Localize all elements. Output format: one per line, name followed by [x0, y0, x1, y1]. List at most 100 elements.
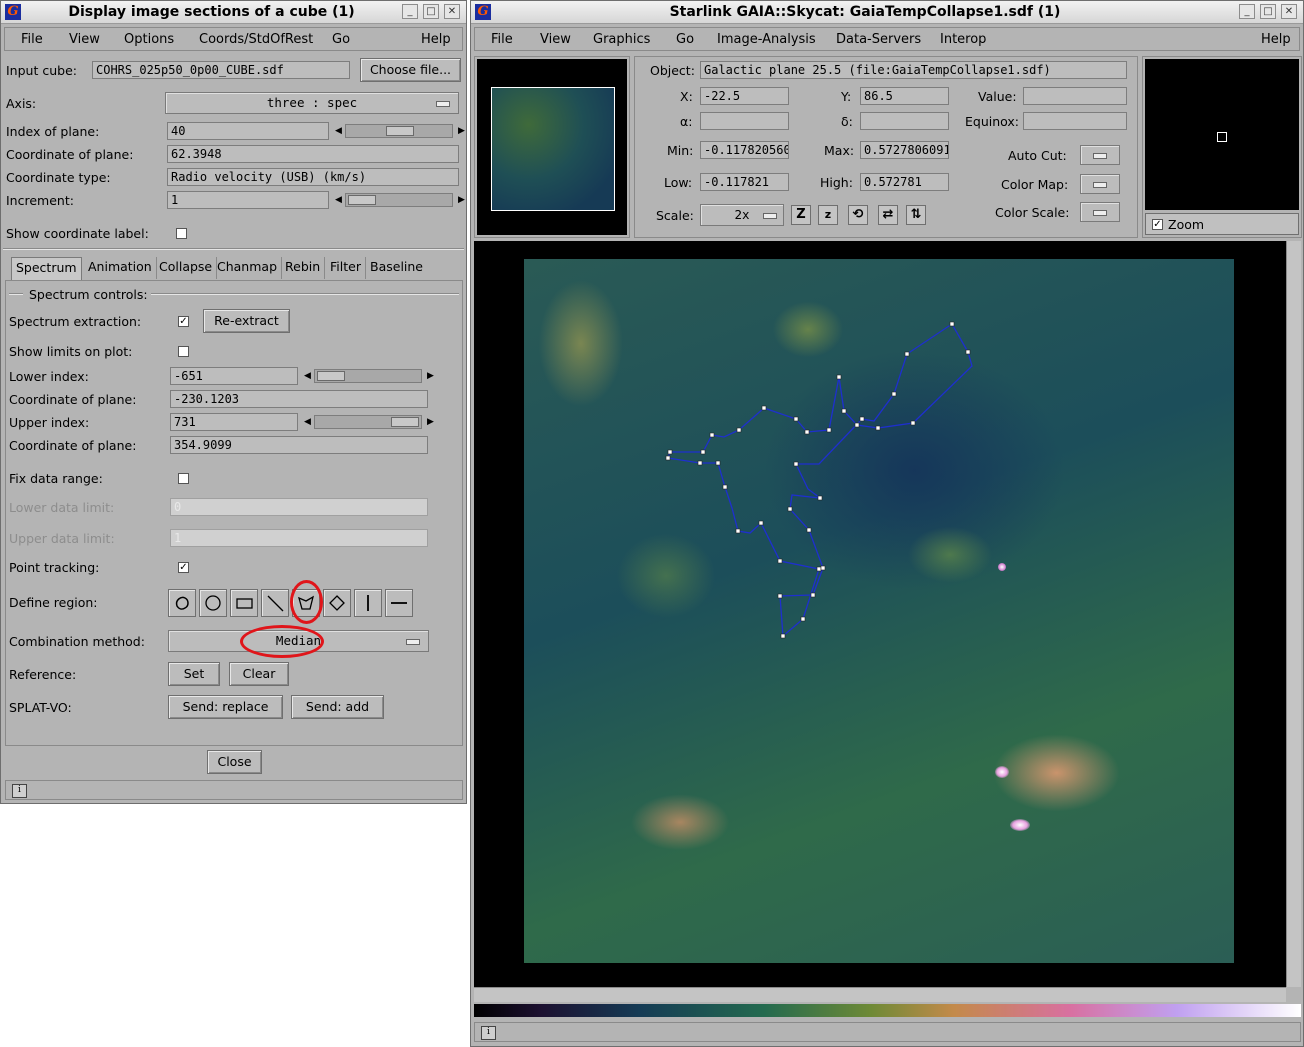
region-line-button[interactable] [261, 589, 289, 617]
lower-index-field[interactable]: -651 [170, 367, 298, 385]
menu-interop[interactable]: Interop [940, 32, 986, 47]
slider-thumb[interactable] [317, 371, 345, 381]
menu-graphics[interactable]: Graphics [593, 32, 650, 47]
coord-type-field[interactable]: Radio velocity (USB) (km/s) [167, 168, 459, 186]
menu-go[interactable]: Go [332, 32, 350, 47]
extraction-checkbox[interactable]: ✓ [178, 316, 189, 327]
flip-x-icon[interactable]: ⇄ [878, 205, 898, 225]
alpha-field[interactable] [700, 112, 789, 130]
autocut-menu[interactable] [1080, 145, 1120, 165]
equinox-field[interactable] [1023, 112, 1127, 130]
fix-range-checkbox[interactable] [178, 473, 189, 484]
region-circle-button[interactable] [199, 589, 227, 617]
coord1-field[interactable]: -230.1203 [170, 390, 428, 408]
scale-right-arrow-icon[interactable]: ▶ [427, 371, 434, 381]
flip-y-icon[interactable]: ⇅ [906, 205, 926, 225]
close-window-button[interactable]: ✕ [1281, 4, 1297, 19]
y-field[interactable]: 86.5 [860, 87, 949, 105]
menu-coords[interactable]: Coords/StdOfRest [199, 32, 313, 47]
region-hline-button[interactable] [385, 589, 413, 617]
panner-view[interactable] [477, 59, 627, 235]
menu-view[interactable]: View [540, 32, 571, 47]
point-tracking-checkbox[interactable]: ✓ [178, 562, 189, 573]
delta-field[interactable] [860, 112, 949, 130]
send-replace-button[interactable]: Send: replace [168, 695, 283, 719]
send-add-button[interactable]: Send: add [291, 695, 384, 719]
lower-limit-field[interactable]: 0 [170, 498, 428, 516]
value-field[interactable] [1023, 87, 1127, 105]
coord2-field[interactable]: 354.9099 [170, 436, 428, 454]
min-field[interactable]: -0.117820560 [700, 141, 789, 159]
increment-slider[interactable] [345, 193, 453, 207]
menu-go[interactable]: Go [676, 32, 694, 47]
scale-right-arrow-icon[interactable]: ▶ [458, 126, 465, 136]
close-button[interactable]: Close [207, 750, 262, 774]
menu-help[interactable]: Help [421, 32, 451, 47]
zoom-in-button[interactable]: Z [791, 205, 811, 225]
max-field[interactable]: 0.5727806091 [860, 141, 949, 159]
scale-right-arrow-icon[interactable]: ▶ [458, 195, 465, 205]
info-icon[interactable]: i [481, 1026, 496, 1040]
menu-options[interactable]: Options [124, 32, 174, 47]
axis-select[interactable]: three : spec [165, 92, 459, 114]
maximize-button[interactable]: □ [423, 4, 439, 19]
slider-thumb[interactable] [348, 195, 376, 205]
info-icon[interactable]: i [12, 784, 27, 798]
minimize-button[interactable]: _ [402, 4, 418, 19]
minimize-button[interactable]: _ [1239, 4, 1255, 19]
object-field[interactable]: Galactic plane 25.5 (file:GaiaTempCollap… [700, 61, 1127, 79]
upper-limit-field[interactable]: 1 [170, 529, 428, 547]
scale-left-arrow-icon[interactable]: ◀ [304, 417, 311, 427]
tab-filter[interactable]: Filter [326, 257, 366, 279]
slider-thumb[interactable] [391, 417, 419, 427]
zoom-checkbox[interactable]: ✓ [1152, 219, 1163, 230]
maximize-button[interactable]: □ [1260, 4, 1276, 19]
high-field[interactable]: 0.572781 [860, 173, 949, 191]
combination-select[interactable]: Median [168, 630, 429, 652]
scale-select[interactable]: 2x [700, 204, 784, 226]
tab-animation[interactable]: Animation [84, 257, 157, 279]
region-vline-button[interactable] [354, 589, 382, 617]
choose-file-button[interactable]: Choose file... [360, 58, 461, 82]
menu-help[interactable]: Help [1261, 32, 1291, 47]
scale-left-arrow-icon[interactable]: ◀ [335, 195, 342, 205]
show-limits-checkbox[interactable] [178, 346, 189, 357]
scale-right-arrow-icon[interactable]: ▶ [427, 417, 434, 427]
reextract-button[interactable]: Re-extract [203, 309, 290, 333]
increment-field[interactable]: 1 [167, 191, 329, 209]
tab-baseline[interactable]: Baseline [366, 257, 427, 279]
menu-image-analysis[interactable]: Image-Analysis [717, 32, 816, 47]
cube-dialog-titlebar[interactable]: G Display image sections of a cube (1) _… [1, 1, 466, 24]
x-field[interactable]: -22.5 [700, 87, 789, 105]
show-coord-checkbox[interactable] [176, 228, 187, 239]
rotate-icon[interactable]: ⟲ [848, 205, 868, 225]
tab-collapse[interactable]: Collapse [155, 257, 218, 279]
input-cube-field[interactable]: COHRS_025p50_0p00_CUBE.sdf [92, 61, 350, 79]
tab-spectrum[interactable]: Spectrum [11, 257, 82, 280]
menu-file[interactable]: File [21, 32, 43, 47]
scale-left-arrow-icon[interactable]: ◀ [335, 126, 342, 136]
horizontal-scrollbar[interactable] [474, 987, 1286, 1002]
tab-rebin[interactable]: Rebin [281, 257, 326, 279]
low-field[interactable]: -0.117821 [700, 173, 789, 191]
region-polygon-button[interactable] [292, 589, 320, 617]
zoom-out-button[interactable]: z [818, 205, 838, 225]
zoom-toggle[interactable]: ✓ Zoom [1145, 213, 1299, 235]
colorscale-menu[interactable] [1080, 202, 1120, 222]
menu-data-servers[interactable]: Data-Servers [836, 32, 921, 47]
set-button[interactable]: Set [168, 662, 220, 686]
menu-view[interactable]: View [69, 32, 100, 47]
index-slider[interactable] [345, 124, 453, 138]
vertical-scrollbar[interactable] [1286, 241, 1301, 987]
close-window-button[interactable]: ✕ [444, 4, 460, 19]
index-field[interactable]: 40 [167, 122, 329, 140]
region-rotbox-button[interactable] [323, 589, 351, 617]
upper-index-slider[interactable] [314, 415, 422, 429]
region-freehand-button[interactable] [168, 589, 196, 617]
upper-index-field[interactable]: 731 [170, 413, 298, 431]
scale-left-arrow-icon[interactable]: ◀ [304, 371, 311, 381]
clear-button[interactable]: Clear [229, 662, 289, 686]
coord-field[interactable]: 62.3948 [167, 145, 459, 163]
image-canvas[interactable] [474, 241, 1286, 987]
tab-chanmap[interactable]: Chanmap [213, 257, 283, 279]
